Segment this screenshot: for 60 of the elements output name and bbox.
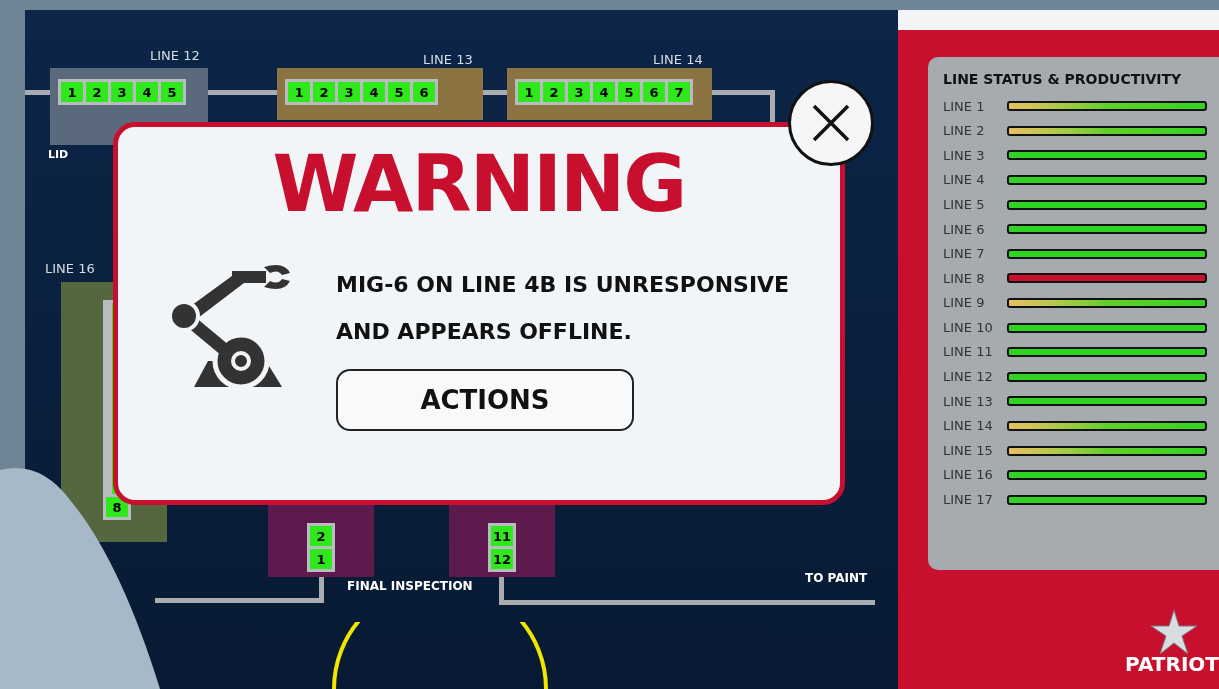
line-label: LINE 15 [943,441,994,460]
line-label: LINE 14 [943,417,994,436]
station-cell: 2 [313,82,335,102]
station-cell: 1 [310,549,332,569]
close-icon [812,104,850,142]
conveyor-track [208,90,277,95]
line-label: LINE 13 [423,51,473,69]
line-label: LINE 12 [943,368,994,387]
station-cell: 1 [518,82,540,102]
brand-logo: PATRIOT [1125,654,1219,674]
station-cell: 4 [136,82,158,102]
line-label: LINE 16 [45,260,95,278]
line-label: LINE 1 [943,97,986,116]
line-label: LINE 10 [943,318,994,337]
conveyor-track [483,90,507,95]
station-cell: 3 [568,82,590,102]
line-label: LINE 7 [943,245,986,264]
station-cell: 2 [543,82,565,102]
conveyor-track [25,90,50,95]
line-label: LINE 5 [943,195,986,214]
line-label: LINE 14 [653,51,703,69]
actions-button[interactable]: ACTIONS [336,369,634,431]
station-cell: 12 [491,549,513,569]
station-cell: 3 [338,82,360,102]
station-cell: 6 [643,82,665,102]
line-label: LINE 11 [943,343,994,362]
station-cell: 1 [61,82,83,102]
station-cell: 5 [161,82,183,102]
status-title: LINE STATUS & PRODUCTIVITY [943,70,1183,89]
station-cell: 5 [388,82,410,102]
station-cell: 5 [618,82,640,102]
station-cell: 6 [413,82,435,102]
station-cell: 4 [363,82,385,102]
station-cell: 11 [491,526,513,546]
line-label: LINE 8 [943,269,986,288]
line-label: LINE 6 [943,220,986,239]
station-cell: 3 [111,82,133,102]
station-cell: 7 [668,82,690,102]
line-label: LINE 17 [943,491,994,510]
star-logo-icon [1151,610,1197,654]
area-label: TO PAINT [805,570,868,587]
station-cell: 2 [86,82,108,102]
line-label: LINE 9 [943,294,986,313]
area-label: FINAL INSPECTION [347,578,473,595]
line-label: LINE 4 [943,171,986,190]
station-cell: 1 [288,82,310,102]
warning-message: AND APPEARS OFFLINE. [336,318,633,346]
warning-message: MIG-6 ON LINE 4B IS UNRESPONSIVE [336,271,790,299]
line-label: LINE 12 [150,47,200,65]
line-label: LINE 2 [943,122,986,141]
highlight-ring-icon [330,622,550,689]
warning-title: WARNING [272,145,686,223]
line-label: LINE 13 [943,392,994,411]
line-label: LINE 16 [943,466,994,485]
station-cell: 2 [310,526,332,546]
station-cell: 8 [106,497,128,517]
lid-label: LID [48,147,69,163]
line-label: LINE 3 [943,146,986,165]
conveyor-track [712,90,775,122]
station-cell: 4 [593,82,615,102]
